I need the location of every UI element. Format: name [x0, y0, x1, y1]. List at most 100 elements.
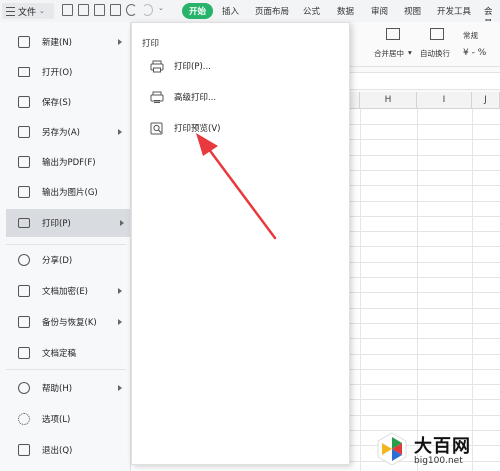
grid-row-line — [350, 200, 500, 202]
tab-developer[interactable]: 开发工具 — [437, 5, 471, 17]
column-header-h[interactable]: H — [360, 92, 417, 109]
menu-item-export-image[interactable]: 输出为图片(G) — [6, 180, 128, 204]
printer-icon — [18, 218, 30, 228]
quick-access-toolbar: ⌄ — [62, 4, 164, 16]
watermark: 大百网 big100.net — [374, 426, 500, 471]
advanced-print-label: 高级打印... — [174, 93, 217, 103]
column-header-i[interactable]: I — [417, 92, 472, 109]
save-as-icon — [18, 126, 30, 138]
currency-percent-buttons[interactable]: ¥ - % — [463, 48, 486, 58]
menu-item-share[interactable]: 分享(D) — [6, 248, 128, 272]
file-menu-panel: 新建(N) 打开(O) 保存(S) 另存为(A) 输出为PDF(F) 输出为图片… — [0, 22, 131, 471]
grid-row-line — [350, 338, 500, 340]
menu-item-exit[interactable]: 退出(Q) — [6, 438, 128, 462]
menu-item-new[interactable]: 新建(N) — [6, 30, 128, 54]
advanced-print-button[interactable]: 高级打印... — [142, 86, 342, 108]
undo-icon[interactable] — [126, 4, 137, 16]
menu-item-label: 备份与恢复(K) — [42, 318, 97, 328]
menu-bar: 文件 ⌄ ⌄ 开始 插入 页面布局 公式 数据 审阅 视图 开发工具 会员 — [0, 0, 500, 29]
print-preview-button[interactable]: 打印预览(V) — [142, 117, 342, 139]
exit-icon — [18, 444, 30, 456]
wrap-text-button[interactable]: 自动换行 — [420, 48, 450, 59]
tab-formulas[interactable]: 公式 — [303, 5, 320, 17]
menu-item-label: 输出为图片(G) — [42, 188, 98, 198]
grid-column-line — [360, 109, 361, 471]
menu-item-export-pdf[interactable]: 输出为PDF(F) — [6, 150, 128, 174]
formula-bar[interactable] — [350, 72, 500, 90]
menu-item-label: 另存为(A) — [42, 128, 80, 138]
menu-item-save-as[interactable]: 另存为(A) — [6, 120, 128, 144]
tab-insert[interactable]: 插入 — [222, 5, 239, 17]
grid-row-line — [350, 169, 500, 171]
menu-item-label: 选项(L) — [42, 415, 71, 425]
ribbon-panel: 合并居中 ▾ 自动换行 常规 ¥ - % — [350, 22, 500, 92]
watermark-logo — [374, 431, 410, 467]
chevron-right-icon — [118, 385, 122, 391]
save-icon[interactable] — [62, 4, 73, 16]
grid-row-line — [350, 246, 500, 248]
menu-item-label: 退出(Q) — [42, 446, 73, 456]
merge-center-button[interactable]: 合并居中 — [374, 48, 404, 59]
grid-column-line — [417, 109, 418, 471]
menu-item-label: 文档加密(E) — [42, 287, 89, 297]
menu-item-label: 分享(D) — [42, 256, 73, 266]
redo-icon[interactable] — [142, 4, 153, 16]
grid-row-line — [350, 399, 500, 401]
pdf-icon — [18, 156, 30, 168]
grid-row-line — [350, 231, 500, 233]
menu-item-label: 新建(N) — [42, 38, 72, 48]
tab-view[interactable]: 视图 — [404, 5, 421, 17]
grid-row-line — [350, 322, 500, 324]
menu-item-backup[interactable]: 备份与恢复(K) — [6, 310, 128, 334]
print-preview-icon[interactable] — [110, 4, 121, 16]
grid-row-line — [350, 368, 500, 370]
menu-item-label: 打印(P) — [42, 219, 71, 229]
customize-icon[interactable]: ⌄ — [158, 4, 164, 16]
grid-row-line — [350, 185, 500, 187]
menu-item-options[interactable]: 选项(L) — [6, 407, 128, 431]
tab-review[interactable]: 审阅 — [371, 5, 388, 17]
submenu-title: 打印 — [142, 39, 160, 49]
encrypt-icon — [18, 285, 30, 297]
grid-row-line — [350, 414, 500, 416]
export-icon[interactable] — [78, 4, 89, 16]
menu-item-finalize[interactable]: 文档定稿 — [6, 341, 128, 365]
menu-item-save[interactable]: 保存(S) — [6, 90, 128, 114]
chevron-right-icon — [118, 129, 122, 135]
menu-item-open[interactable]: 打开(O) — [6, 60, 128, 84]
backup-icon — [18, 316, 30, 328]
grid-row-line — [350, 277, 500, 278]
print-icon[interactable] — [94, 4, 105, 16]
print-button[interactable]: 打印(P)... — [142, 55, 342, 77]
grid-column-line — [472, 109, 473, 471]
chevron-down-icon: ⌄ — [39, 7, 45, 15]
tab-home[interactable]: 开始 — [182, 3, 214, 19]
tab-data[interactable]: 数据 — [337, 5, 354, 17]
menu-item-encrypt[interactable]: 文档加密(E) — [6, 279, 128, 303]
share-icon — [18, 254, 30, 266]
grid-row-line — [350, 124, 500, 125]
number-format-select[interactable]: 常规 — [463, 30, 478, 41]
menu-item-print[interactable]: 打印(P) — [6, 209, 130, 237]
merge-center-icon[interactable] — [386, 28, 400, 40]
menu-item-help[interactable]: 帮助(H) — [6, 376, 128, 400]
wrap-text-icon[interactable] — [430, 28, 444, 40]
column-header-g[interactable] — [350, 92, 360, 109]
column-header-j[interactable]: J — [472, 92, 500, 109]
chevron-right-icon — [120, 220, 124, 226]
file-menu-button[interactable]: 文件 ⌄ — [2, 3, 54, 19]
print-preview-label: 打印预览(V) — [174, 124, 221, 134]
hamburger-icon — [6, 6, 15, 16]
watermark-url: big100.net — [414, 455, 463, 466]
new-file-icon — [18, 36, 30, 48]
image-icon — [18, 186, 30, 198]
merge-dropdown-icon[interactable]: ▾ — [408, 48, 412, 57]
grid-row-line — [350, 384, 500, 386]
menu-item-label: 文档定稿 — [42, 349, 77, 359]
spreadsheet-grid[interactable]: H I J — [350, 92, 500, 471]
folder-open-icon — [18, 67, 30, 77]
menu-item-label: 打开(O) — [42, 68, 73, 78]
tab-page-layout[interactable]: 页面布局 — [255, 5, 289, 17]
grid-row-line — [350, 292, 500, 294]
chevron-right-icon — [118, 288, 122, 294]
